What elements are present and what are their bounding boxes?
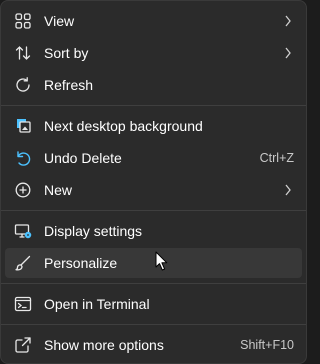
menu-item-refresh[interactable]: Refresh — [5, 70, 302, 100]
menu-item-label: Next desktop background — [44, 118, 203, 134]
grid-icon — [14, 12, 32, 30]
menu-item-label: View — [44, 13, 75, 29]
menu-item-undo-delete[interactable]: Undo Delete Ctrl+Z — [5, 143, 302, 173]
menu-item-label: New — [44, 182, 73, 198]
menu-separator — [1, 283, 306, 284]
menu-item-label: Open in Terminal — [44, 296, 150, 312]
desktop-background-icon — [14, 117, 32, 135]
undo-icon — [14, 149, 32, 167]
menu-item-label: Undo Delete — [44, 150, 122, 166]
share-icon — [14, 336, 32, 354]
terminal-icon — [14, 295, 32, 313]
chevron-right-icon — [284, 46, 292, 60]
menu-item-show-more-options[interactable]: Show more options Shift+F10 — [5, 330, 302, 360]
sort-arrows-icon — [14, 44, 32, 62]
mouse-cursor-icon — [155, 251, 168, 271]
menu-item-label: Refresh — [44, 77, 94, 93]
plus-circle-icon — [14, 181, 32, 199]
desktop-context-menu: View Sort by Refresh Next desktop backgr… — [0, 0, 307, 364]
keyboard-shortcut: Shift+F10 — [240, 338, 294, 352]
display-settings-icon — [14, 222, 32, 240]
chevron-right-icon — [284, 183, 292, 197]
menu-separator — [1, 210, 306, 211]
menu-item-display-settings[interactable]: Display settings — [5, 216, 302, 246]
menu-item-open-in-terminal[interactable]: Open in Terminal — [5, 289, 302, 319]
chevron-right-icon — [284, 14, 292, 28]
menu-item-label: Personalize — [44, 255, 118, 271]
menu-item-view[interactable]: View — [5, 6, 302, 36]
menu-item-label: Sort by — [44, 45, 89, 61]
keyboard-shortcut: Ctrl+Z — [259, 151, 294, 165]
menu-item-new[interactable]: New — [5, 175, 302, 205]
menu-item-sort-by[interactable]: Sort by — [5, 38, 302, 68]
menu-item-personalize[interactable]: Personalize — [5, 248, 302, 278]
menu-item-next-desktop-background[interactable]: Next desktop background — [5, 111, 302, 141]
menu-item-label: Display settings — [44, 223, 143, 239]
menu-item-label: Show more options — [44, 337, 164, 353]
menu-separator — [1, 324, 306, 325]
menu-separator — [1, 105, 306, 106]
refresh-icon — [14, 76, 32, 94]
brush-icon — [14, 254, 32, 272]
